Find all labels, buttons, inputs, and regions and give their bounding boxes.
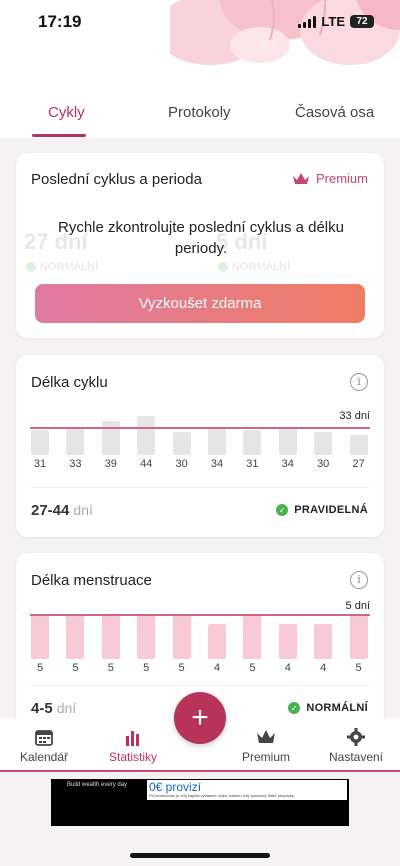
bar-value-label: 5: [72, 662, 79, 674]
try-free-button[interactable]: Vyzkoušet zdarma: [35, 284, 365, 323]
chart-bar: [137, 615, 156, 659]
nav-calendar[interactable]: Kalendář: [4, 728, 84, 764]
card-title: Délka menstruace: [31, 572, 152, 589]
check-icon: ✓: [288, 702, 301, 714]
reference-line: [30, 614, 370, 616]
tab-protokoly[interactable]: Protokoly: [168, 104, 231, 121]
bar-value-label: 30: [175, 458, 188, 470]
cycle-length-chart: 31 33 39 44 30 34 31 34 30 27: [30, 411, 370, 471]
status-time: 17:19: [38, 12, 82, 31]
bar-value-label: 44: [140, 458, 153, 470]
chart-bar: [172, 431, 191, 455]
nav-premium[interactable]: Premium: [226, 728, 306, 764]
reference-line: [30, 427, 370, 430]
home-indicator: [130, 853, 270, 858]
bar-value-label: 5: [143, 662, 150, 674]
status-badge: ✓ NORMÁLNÍ: [288, 702, 368, 714]
chart-bar: [278, 427, 297, 455]
bar-value-label: 39: [104, 458, 117, 470]
bar-value-label: 31: [246, 458, 259, 470]
bar-chart-icon: [126, 731, 139, 746]
reference-label: 5 dní: [345, 600, 370, 612]
ad-banner[interactable]: Build wealth every day 0€ provizí Při in…: [51, 779, 349, 826]
bar-value-label: 5: [36, 662, 44, 674]
tab-casova-osa[interactable]: Časová osa: [295, 104, 374, 121]
nav-settings[interactable]: Nastavení: [316, 728, 396, 764]
bar-value-label: 4: [284, 662, 291, 674]
chart-bar: [243, 430, 262, 455]
ad-headline: 0€ provizí: [149, 780, 202, 794]
info-icon[interactable]: i: [350, 571, 368, 589]
ad-disclaimer: Při investování je tvůj kapitál vystaven…: [149, 793, 295, 798]
last-cycle-card: Poslední cyklus a perioda Premium 27 dní…: [16, 153, 384, 338]
crown-icon: [257, 730, 275, 743]
cycle-range: 27-44 dní: [31, 502, 93, 519]
bar-value-label: 31: [33, 458, 47, 470]
cycle-length-card: Délka cyklu i 33 dní 31 33 39 44 30 34 31 34 30 2…: [16, 355, 384, 537]
ad-title: Build wealth every day: [67, 782, 128, 788]
calendar-icon: [35, 730, 53, 746]
chart-bar: [31, 430, 49, 455]
signal-icon: [298, 15, 317, 28]
bar-value-label: 4: [213, 662, 221, 674]
ghost-period-status: NORMÁLNÍ: [218, 261, 290, 273]
chart-bar: [101, 615, 120, 659]
premium-badge[interactable]: Premium: [292, 171, 368, 186]
chart-bar: [172, 615, 191, 659]
period-length-chart: 5 5 5 5 5 4 5 4 4 5: [30, 614, 370, 675]
battery-icon: 72: [350, 15, 374, 28]
chart-bar: [243, 615, 262, 659]
active-tab-indicator: [32, 134, 86, 137]
chart-bar: [208, 623, 226, 659]
chart-bar: [278, 623, 297, 659]
chart-bar: [349, 435, 368, 455]
bar-value-label: 33: [69, 458, 82, 470]
bar-value-label: 27: [352, 458, 365, 470]
chart-bar: [66, 615, 85, 659]
ghost-cycle-status: NORMÁLNÍ: [26, 261, 98, 273]
bar-value-label: 5: [249, 662, 256, 674]
bar-value-label: 5: [178, 662, 185, 674]
chart-bar: [314, 431, 333, 455]
info-icon[interactable]: i: [350, 373, 368, 391]
gear-icon: [347, 728, 365, 746]
bar-value-label: 34: [210, 458, 224, 470]
add-entry-button[interactable]: +: [174, 692, 226, 744]
card-title: Délka cyklu: [31, 374, 108, 391]
chart-bar: [31, 615, 49, 659]
tab-bar: Cykly Protokoly Časová osa: [0, 100, 400, 138]
chart-bar: [349, 615, 368, 659]
status-bar: 17:19 LTE 72: [0, 10, 400, 36]
period-range: 4-5 dní: [31, 700, 77, 717]
nav-statistics[interactable]: Statistiky: [93, 728, 173, 764]
network-label: LTE: [321, 14, 345, 29]
locked-message: Rychle zkontrolujte poslední cyklus a dé…: [58, 219, 344, 257]
check-icon: ✓: [276, 504, 289, 516]
chart-bar: [66, 428, 85, 455]
bar-value-label: 34: [281, 458, 294, 470]
card-title: Poslední cyklus a perioda: [31, 171, 202, 188]
bar-value-label: 5: [355, 662, 362, 674]
crown-icon: [292, 172, 309, 184]
chart-bar: [314, 623, 333, 659]
tab-cykly[interactable]: Cykly: [48, 104, 85, 121]
status-badge: ✓ PRAVIDELNÁ: [276, 504, 368, 516]
chart-bar: [208, 427, 226, 455]
chart-bar: [137, 415, 156, 455]
bar-value-label: 30: [317, 458, 330, 470]
bar-value-label: 5: [107, 662, 114, 674]
header: 17:19 LTE 72 Cykly Protokoly Časová osa: [0, 0, 400, 138]
bar-value-label: 4: [320, 662, 327, 674]
